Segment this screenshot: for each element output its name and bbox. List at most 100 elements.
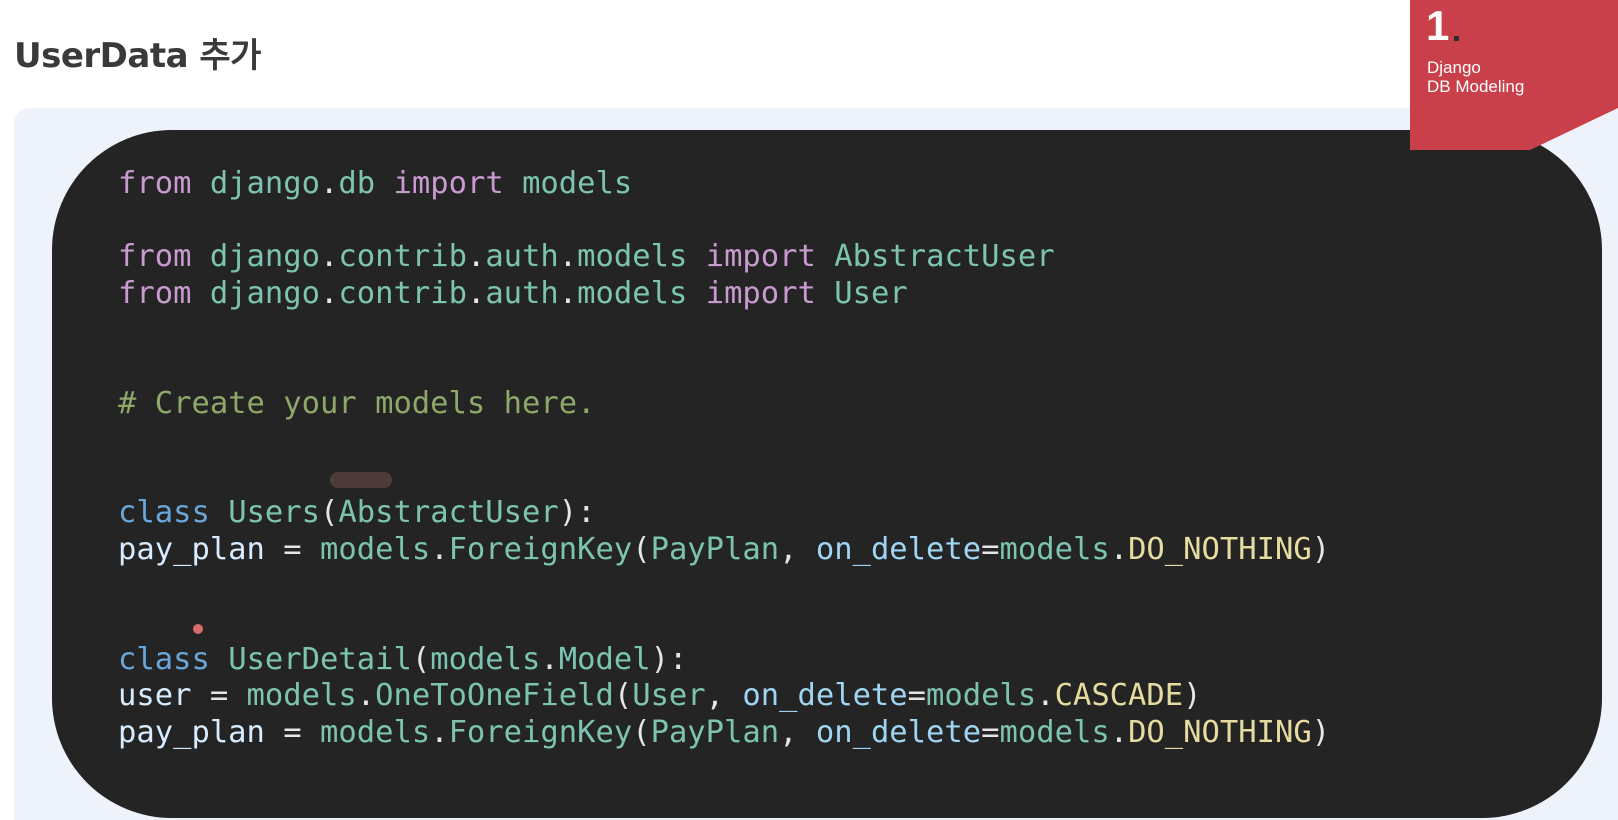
code-token: django [209,166,321,201]
code-token: models [320,714,431,750]
code-token: models [999,714,1110,750]
code-token: db [338,166,376,201]
code-token: ( [613,678,633,714]
section-number-dot [1454,36,1459,41]
page-title: UserData 추가 [14,36,261,76]
code-token: = [264,714,320,750]
section-number: 1 [1426,2,1450,49]
code-token: PayPlan [650,531,780,567]
code-token: auth [485,275,559,311]
code-token: ( [320,495,339,531]
code-line: # Create your models here. [118,386,1330,423]
code-token: from [118,275,192,311]
code-token: ( [632,714,651,750]
code-token: . [430,714,449,750]
code-token: models [320,531,431,567]
code-token: PayPlan [650,714,780,750]
code-token: from [118,239,192,275]
code-token: . [558,239,578,275]
code-token: . [540,641,559,677]
code-token: , [705,678,743,714]
code-token: AbstractUser [338,495,559,531]
code-line: from django.contrib.auth.models import U… [118,276,1330,313]
code-token: models [246,678,357,714]
code-token: models [577,275,688,311]
code-token: # Create your models here. [118,385,596,421]
code-token: CASCADE [1054,678,1184,714]
code-token: contrib [338,275,467,311]
code-token: import [705,239,816,275]
code-token: ) [1183,678,1202,714]
code-token: = [264,531,320,567]
code-token: ForeignKey [448,714,633,750]
code-token: ) [1311,714,1331,750]
code-token: on_delete [742,678,908,714]
code-token: django [209,275,321,311]
code-token: user [118,678,192,714]
code-token: . [320,275,339,311]
code-token: . [466,275,486,311]
code-token: . [558,275,578,311]
code-token: django [209,239,321,275]
code-token: . [356,678,376,714]
code-line: pay_plan = models.ForeignKey(PayPlan, on… [118,715,1330,752]
code-token: pay_plan [118,531,265,567]
code-token: User [834,275,908,311]
code-token: DO_NOTHING [1128,531,1312,567]
code-token: models [999,531,1110,567]
code-token: = [907,678,927,714]
code-token: models [577,239,688,275]
code-token: = [981,714,1000,750]
code-token: auth [485,239,559,275]
code-line: class Users(AbstractUser): [118,495,1330,532]
code-token: from [118,166,192,201]
code-token: UserDetail [228,641,412,677]
code-token: . [1109,531,1129,567]
code-token: class [118,495,210,531]
section-label-line1: Django [1427,58,1481,77]
code-token: . [430,531,449,567]
code-token: Model [558,641,651,677]
code-token: on_delete [815,531,982,567]
code-token: ): [558,495,596,531]
code-token: AbstractUser [834,239,1055,275]
code-line: from django.contrib.auth.models import A… [118,239,1330,276]
code-token: import [705,275,816,311]
code-token: models [430,641,541,677]
code-token: models [926,678,1037,714]
code-token: ) [1311,531,1331,567]
code-line: from django.db import models [118,166,1330,203]
code-token: = [191,678,247,714]
code-token: ( [411,641,431,677]
code-line: pay_plan = models.ForeignKey(PayPlan, on… [118,532,1330,569]
annotation-smudge [330,472,392,488]
code-token: on_delete [815,714,982,750]
code-token: models [522,166,633,201]
code-token: = [981,531,1000,567]
code-token: User [632,678,706,714]
code-line: class UserDetail(models.Model): [118,642,1330,679]
code-token: contrib [338,239,467,275]
code-token: import [393,166,504,201]
code-token: . [320,166,339,201]
slide: UserData 추가 from django.db import models… [0,0,1618,820]
code-token: class [118,641,210,677]
code-token: OneToOneField [375,678,614,714]
